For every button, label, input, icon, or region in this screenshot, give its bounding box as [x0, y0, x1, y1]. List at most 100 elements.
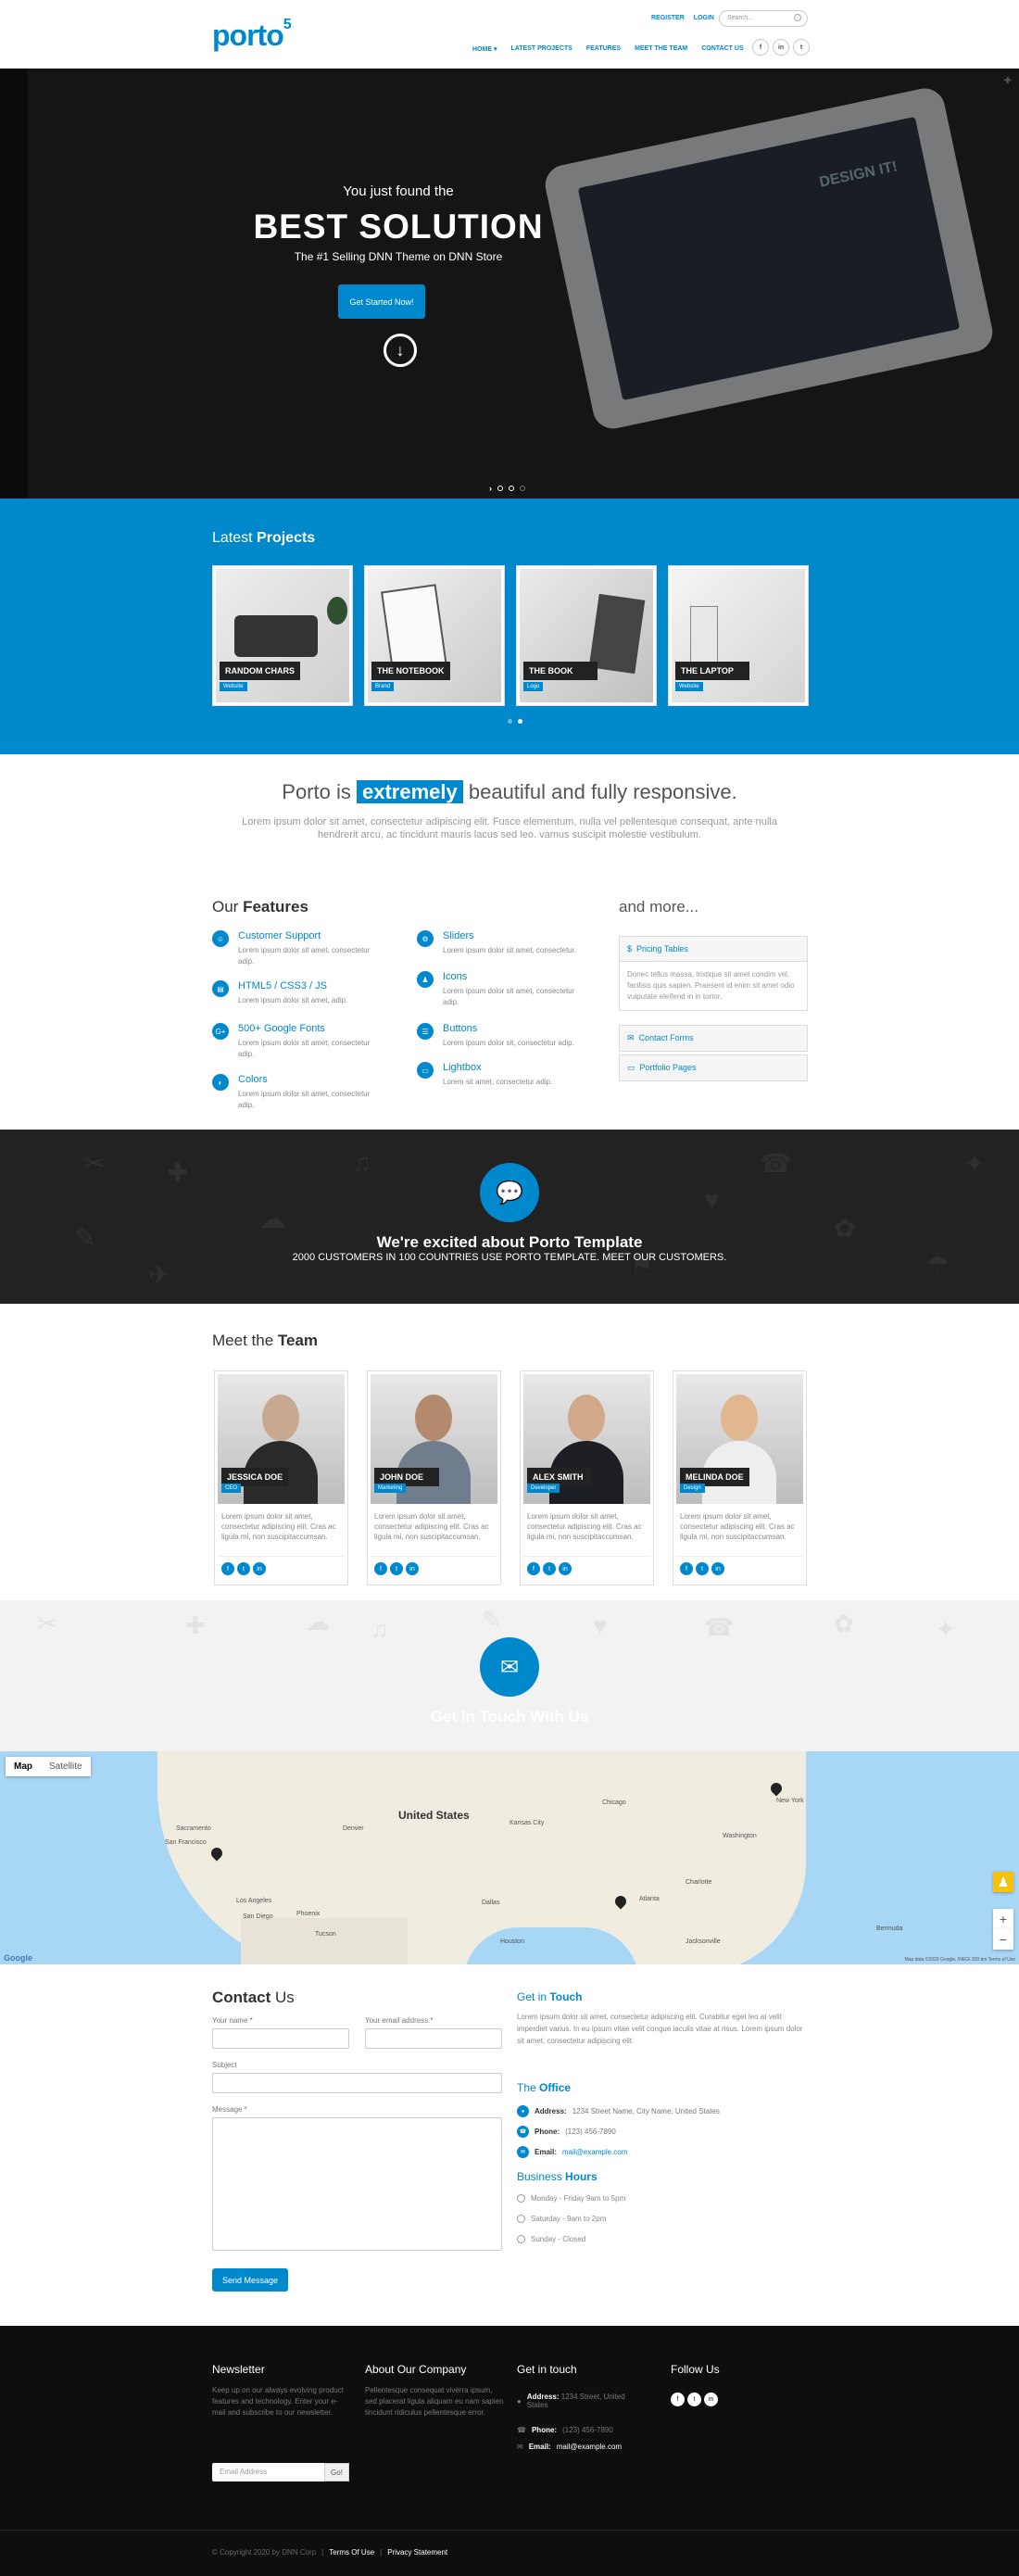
facebook-icon[interactable]: f	[374, 1562, 387, 1575]
member-socials: f t in	[218, 1556, 345, 1581]
facebook-icon[interactable]: f	[671, 2393, 685, 2406]
facebook-icon[interactable]: f	[680, 1562, 693, 1575]
logo[interactable]: porto5	[212, 17, 292, 53]
pegman-icon[interactable]: ♟	[993, 1872, 1013, 1892]
accordion-pricing-tables[interactable]: $ Pricing Tables Donec tellus massa, tri…	[619, 936, 808, 1011]
twitter-icon[interactable]: t	[687, 2393, 701, 2406]
facebook-icon[interactable]: f	[221, 1562, 234, 1575]
team-member-card: JOHN DOE Marketing Lorem ipsum dolor sit…	[367, 1370, 501, 1585]
search-icon[interactable]	[794, 14, 801, 21]
message-field[interactable]	[212, 2117, 502, 2251]
clock-icon	[517, 2194, 525, 2203]
project-card[interactable]: THE LAPTOP Website	[668, 565, 809, 706]
project-card[interactable]: THE BOOK Logo	[516, 565, 657, 706]
google-map[interactable]: United States Sacramento San Francisco L…	[0, 1751, 1019, 1964]
slider-dots: ›	[489, 484, 525, 493]
facebook-icon[interactable]: f	[752, 39, 769, 56]
projects-title: Latest Projects	[212, 530, 316, 546]
map-credits[interactable]: Map data ©2020 Google, INEGI 200 km Term…	[905, 1957, 1015, 1963]
register-link[interactable]: REGISTER	[651, 15, 685, 21]
git-title: Get in Touch	[517, 1990, 583, 2003]
map-city: Tucson	[315, 1931, 336, 1938]
project-tag[interactable]: Website	[220, 682, 247, 691]
privacy-link[interactable]: Privacy Statement	[387, 2548, 447, 2557]
slider-dot[interactable]	[520, 486, 525, 491]
nav-latest-projects[interactable]: LATEST PROJECTS	[510, 45, 572, 53]
linkedin-icon[interactable]: in	[704, 2393, 718, 2406]
hours-line: Monday - Friday 9am to 5pm	[517, 2194, 625, 2203]
member-desc: Lorem ipsum dolor sit amet, consectetur …	[374, 1512, 489, 1541]
footer-email-link[interactable]: mail@example.com	[557, 2443, 622, 2451]
map-type-map[interactable]: Map	[6, 1757, 41, 1776]
member-role: Developer	[527, 1484, 560, 1493]
feature-item: ▤ HTML5 / CSS3 / JS Lorem ipsum dolor si…	[212, 980, 370, 1017]
send-message-button[interactable]: Send Message	[212, 2268, 288, 2292]
carousel-dot[interactable]	[518, 719, 522, 724]
map-land	[704, 1751, 778, 1863]
email-label: Your email address *	[365, 2016, 434, 2025]
twitter-icon[interactable]: t	[543, 1562, 556, 1575]
newsletter-go-button[interactable]: Go!	[324, 2463, 349, 2481]
map-type-control: Map Satellite	[6, 1757, 91, 1776]
zoom-out-button[interactable]: −	[993, 1929, 1013, 1950]
subject-field[interactable]	[212, 2073, 502, 2093]
linkedin-icon[interactable]: in	[559, 1562, 572, 1575]
login-link[interactable]: LOGIN	[694, 15, 714, 21]
features-title: Our Features	[212, 898, 308, 915]
nav-home[interactable]: HOME ▾	[472, 45, 497, 53]
project-tag[interactable]: Website	[675, 682, 703, 691]
twitter-icon[interactable]: t	[793, 39, 810, 56]
search-input[interactable]: Search...	[719, 10, 808, 27]
twitter-icon[interactable]: t	[390, 1562, 403, 1575]
linkedin-icon[interactable]: in	[711, 1562, 724, 1575]
team-member-card: ALEX SMITH Developer Lorem ipsum dolor s…	[520, 1370, 654, 1585]
play-icon[interactable]: ›	[489, 484, 492, 493]
accordion-contact-forms[interactable]: ✉ Contact Forms	[619, 1025, 808, 1052]
member-photo: JESSICA DOE CEO	[218, 1374, 345, 1504]
email-field[interactable]	[365, 2028, 502, 2049]
git-text: Lorem ipsum dolor sit amet, consectetur …	[517, 2013, 803, 2045]
map-type-satellite[interactable]: Satellite	[41, 1757, 91, 1776]
carousel-dot[interactable]	[508, 719, 512, 724]
project-name: RANDOM CHARS	[220, 662, 300, 680]
tagline-text: Lorem ipsum dolor sit amet, consectetur …	[242, 816, 777, 840]
message-label: Message *	[212, 2105, 247, 2114]
slider-dot[interactable]	[509, 486, 514, 491]
expand-icon[interactable]: ✚	[1004, 76, 1012, 86]
project-card[interactable]: THE NOTEBOOK Brand	[364, 565, 505, 706]
carousel-dots	[508, 719, 522, 724]
nav-features[interactable]: FEATURES	[586, 45, 621, 53]
map-city: Chicago	[602, 1799, 626, 1806]
twitter-icon[interactable]: t	[237, 1562, 250, 1575]
nav-contact-us[interactable]: CONTACT US	[701, 45, 743, 53]
copyright-text: © Copyright 2020 by DNN Corp	[212, 2548, 317, 2557]
linkedin-icon[interactable]: in	[253, 1562, 266, 1575]
project-tag[interactable]: Brand	[371, 682, 395, 691]
desktop-icon: ▭	[417, 1062, 434, 1079]
facebook-icon[interactable]: f	[527, 1562, 540, 1575]
phone-icon: ☎	[517, 2426, 526, 2434]
copyright-bar: © Copyright 2020 by DNN Corp | Terms Of …	[0, 2530, 1019, 2576]
member-socials: f t in	[523, 1556, 650, 1581]
get-in-touch-block: Get in Touch Lorem ipsum dolor sit amet,…	[517, 1990, 808, 2047]
phone-icon: ☎	[517, 2126, 529, 2138]
project-tag[interactable]: Logo	[523, 682, 544, 691]
name-field[interactable]	[212, 2028, 349, 2049]
get-started-button[interactable]: Get Started Now!	[338, 284, 425, 319]
terms-link[interactable]: Terms Of Use	[329, 2548, 374, 2557]
linkedin-icon[interactable]: in	[406, 1562, 419, 1575]
sliders-icon: ⚙	[417, 930, 434, 947]
slider-dot[interactable]	[497, 486, 503, 491]
member-photo: MELINDA DOE Design	[676, 1374, 803, 1504]
accordion-portfolio-pages[interactable]: ▭ Portfolio Pages	[619, 1054, 808, 1081]
office-email-link[interactable]: mail@example.com	[562, 2148, 627, 2156]
twitter-icon[interactable]: t	[696, 1562, 709, 1575]
zoom-in-button[interactable]: +	[993, 1909, 1013, 1929]
nav-meet-the-team[interactable]: MEET THE TEAM	[635, 45, 687, 53]
linkedin-icon[interactable]: in	[773, 39, 789, 56]
team-title: Meet the Team	[212, 1332, 319, 1349]
project-card[interactable]: RANDOM CHARS Website	[212, 565, 353, 706]
feature-item: ♟ Icons Lorem ipsum dolor sit amet, cons…	[417, 971, 574, 1008]
arrow-down-icon[interactable]: ↓	[384, 334, 417, 367]
header-social: f in t	[752, 39, 810, 56]
